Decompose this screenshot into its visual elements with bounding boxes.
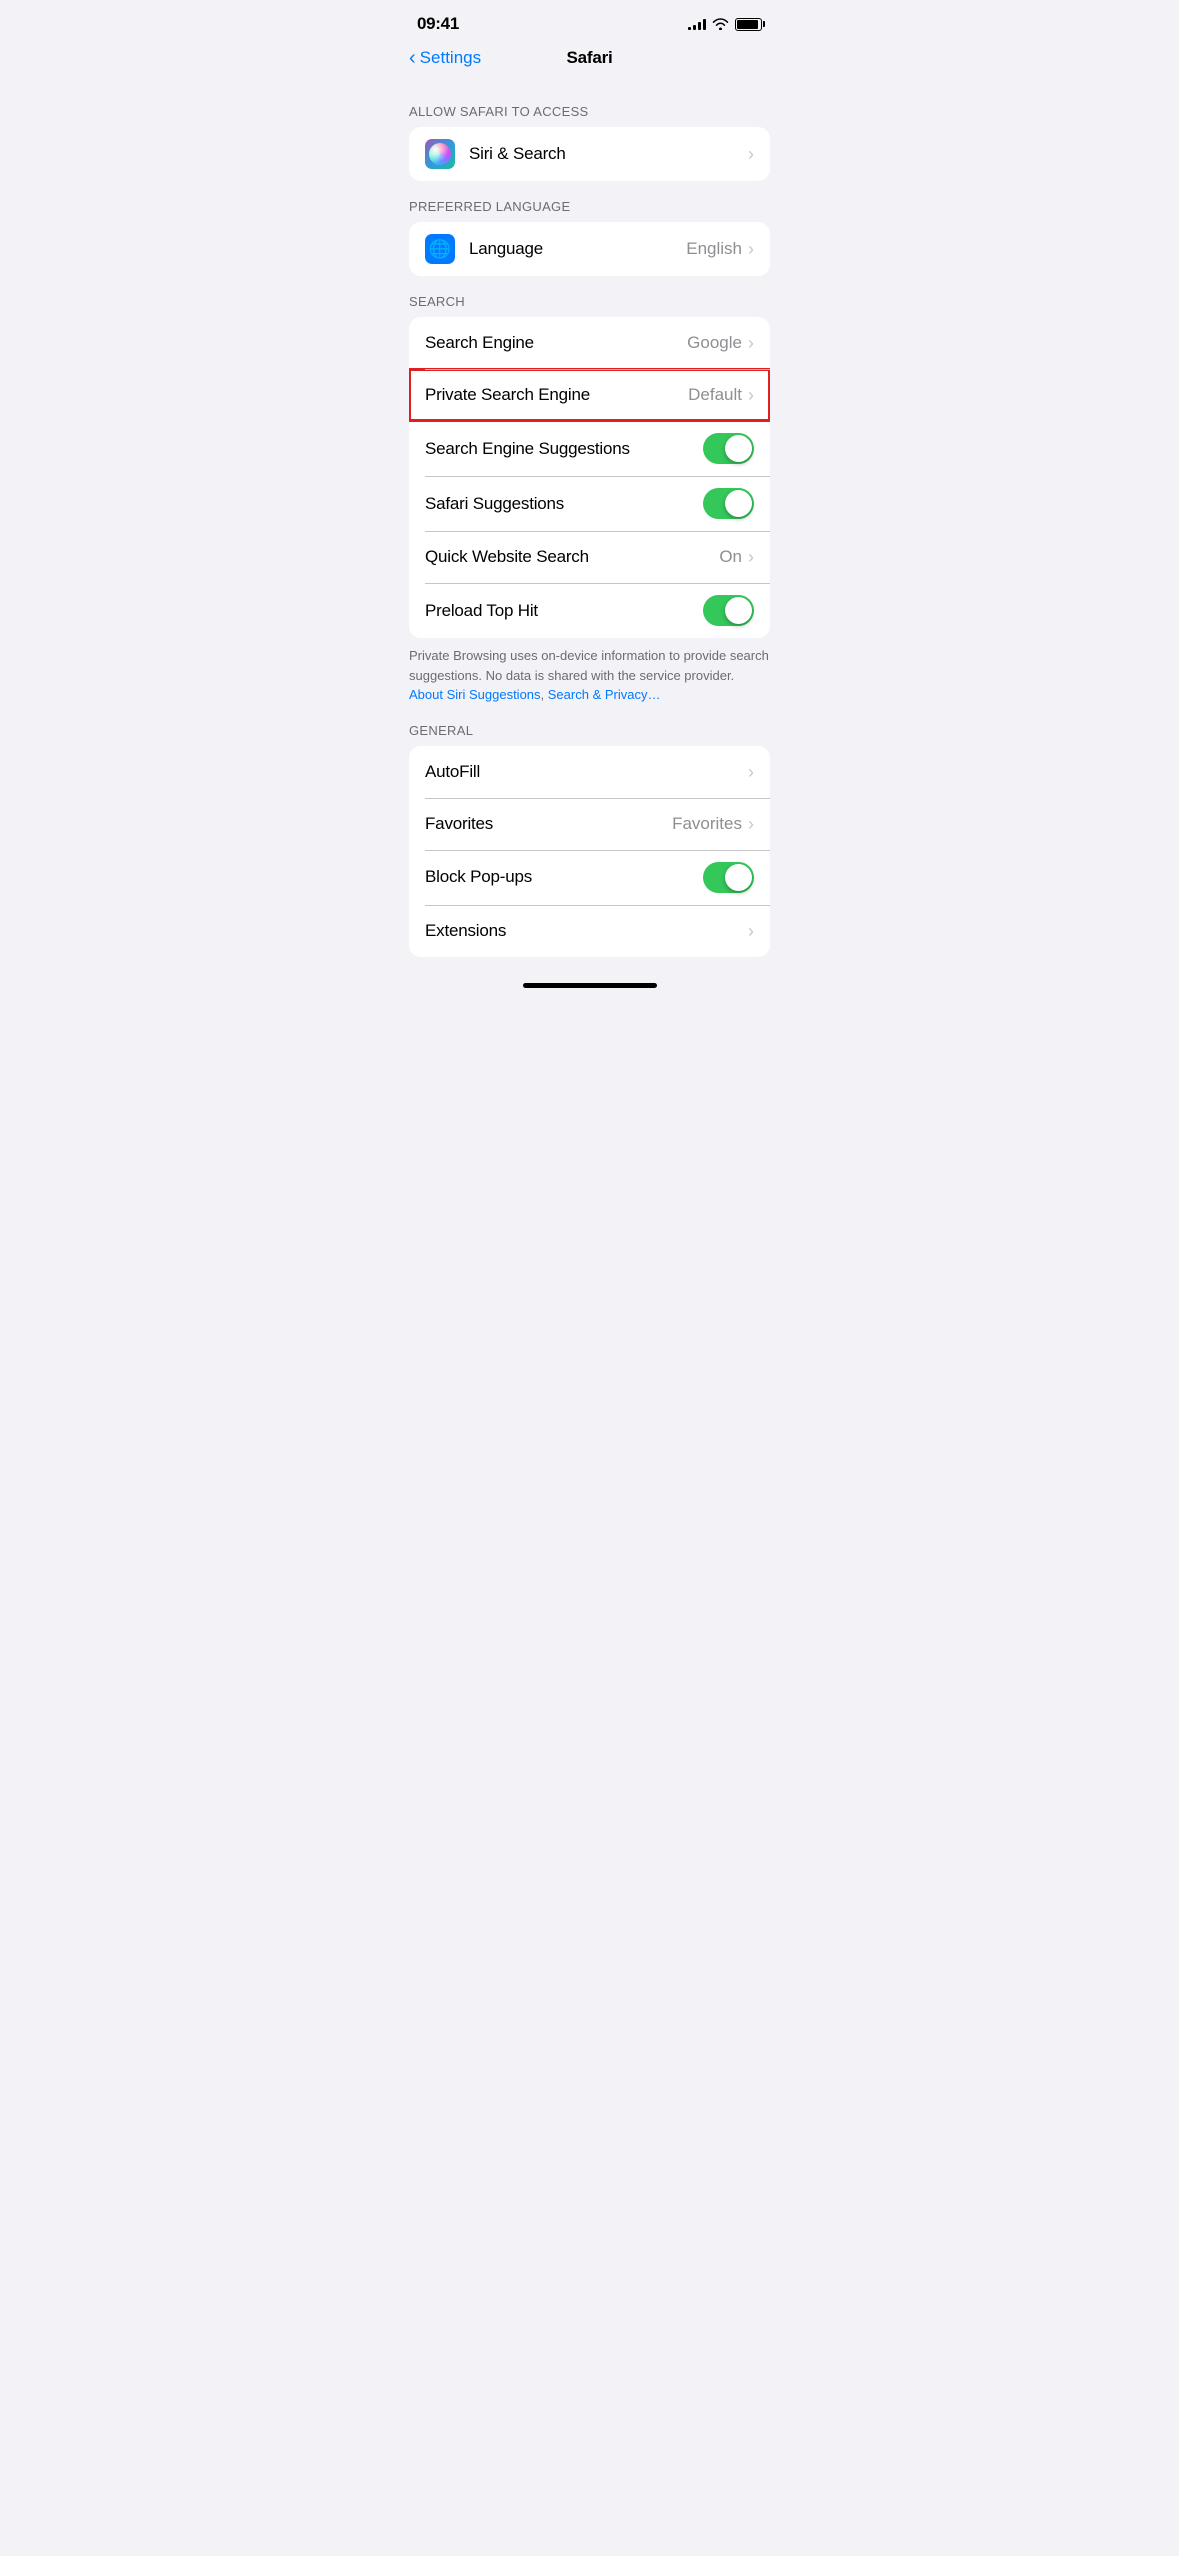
search-section-footer: Private Browsing uses on-device informat…: [393, 638, 786, 705]
status-bar: 09:41: [393, 0, 786, 40]
section-header-search: SEARCH: [393, 294, 786, 317]
search-engine-suggestions-label: Search Engine Suggestions: [425, 439, 703, 459]
quick-website-search-chevron-icon: ›: [748, 548, 754, 566]
section-header-allow: ALLOW SAFARI TO ACCESS: [393, 104, 786, 127]
back-label: Settings: [420, 48, 481, 68]
row-preload-top-hit[interactable]: Preload Top Hit: [409, 583, 770, 638]
home-indicator: [523, 983, 657, 988]
allow-safari-card: Siri & Search ›: [409, 127, 770, 181]
private-search-engine-chevron-icon: ›: [748, 386, 754, 404]
section-header-general: GENERAL: [393, 723, 786, 746]
autofill-label: AutoFill: [425, 762, 748, 782]
row-language[interactable]: 🌐 Language English ›: [409, 222, 770, 276]
page-title: Safari: [566, 48, 612, 68]
block-popups-toggle[interactable]: [703, 862, 754, 893]
language-card: 🌐 Language English ›: [409, 222, 770, 276]
row-siri-search[interactable]: Siri & Search ›: [409, 127, 770, 181]
status-time: 09:41: [417, 14, 459, 34]
private-search-engine-label: Private Search Engine: [425, 385, 688, 405]
signal-icon: [688, 18, 706, 30]
siri-search-label: Siri & Search: [469, 144, 748, 164]
section-search: SEARCH Search Engine Google › Private Se…: [393, 294, 786, 705]
row-extensions[interactable]: Extensions ›: [409, 905, 770, 957]
quick-website-search-label: Quick Website Search: [425, 547, 719, 567]
row-favorites[interactable]: Favorites Favorites ›: [409, 798, 770, 850]
about-siri-suggestions-link[interactable]: About Siri Suggestions: [409, 687, 541, 702]
nav-bar: ‹ Settings Safari: [393, 40, 786, 80]
safari-suggestions-label: Safari Suggestions: [425, 494, 703, 514]
language-chevron-icon: ›: [748, 240, 754, 258]
language-value: English: [686, 239, 742, 259]
language-label: Language: [469, 239, 686, 259]
section-preferred-language: PREFERRED LANGUAGE 🌐 Language English ›: [393, 199, 786, 276]
favorites-chevron-icon: ›: [748, 815, 754, 833]
row-autofill[interactable]: AutoFill ›: [409, 746, 770, 798]
preload-top-hit-toggle[interactable]: [703, 595, 754, 626]
row-private-search-engine[interactable]: Private Search Engine Default ›: [409, 369, 770, 421]
favorites-value: Favorites: [672, 814, 742, 834]
section-general: GENERAL AutoFill › Favorites Favorites ›…: [393, 723, 786, 957]
safari-suggestions-toggle[interactable]: [703, 488, 754, 519]
row-safari-suggestions[interactable]: Safari Suggestions: [409, 476, 770, 531]
search-card: Search Engine Google › Private Search En…: [409, 317, 770, 638]
favorites-label: Favorites: [425, 814, 672, 834]
row-search-engine[interactable]: Search Engine Google ›: [409, 317, 770, 369]
general-card: AutoFill › Favorites Favorites › Block P…: [409, 746, 770, 957]
battery-icon: [735, 18, 762, 31]
status-icons: [688, 18, 762, 31]
quick-website-search-value: On: [719, 547, 742, 567]
back-button[interactable]: ‹ Settings: [409, 48, 481, 68]
siri-icon: [425, 139, 455, 169]
block-popups-label: Block Pop-ups: [425, 867, 703, 887]
autofill-chevron-icon: ›: [748, 763, 754, 781]
extensions-chevron-icon: ›: [748, 922, 754, 940]
search-engine-chevron-icon: ›: [748, 334, 754, 352]
row-search-engine-suggestions[interactable]: Search Engine Suggestions: [409, 421, 770, 476]
search-engine-suggestions-toggle[interactable]: [703, 433, 754, 464]
row-quick-website-search[interactable]: Quick Website Search On ›: [409, 531, 770, 583]
preload-top-hit-label: Preload Top Hit: [425, 601, 703, 621]
section-header-language: PREFERRED LANGUAGE: [393, 199, 786, 222]
settings-content: ALLOW SAFARI TO ACCESS Siri & Search › P…: [393, 80, 786, 971]
search-privacy-link[interactable]: Search & Privacy…: [548, 687, 661, 702]
extensions-label: Extensions: [425, 921, 748, 941]
wifi-icon: [712, 18, 729, 30]
section-allow-safari-access: ALLOW SAFARI TO ACCESS Siri & Search ›: [393, 104, 786, 181]
search-engine-label: Search Engine: [425, 333, 687, 353]
search-engine-value: Google: [687, 333, 742, 353]
back-chevron-icon: ‹: [409, 48, 416, 68]
private-search-engine-value: Default: [688, 385, 742, 405]
row-block-popups[interactable]: Block Pop-ups: [409, 850, 770, 905]
language-icon: 🌐: [425, 234, 455, 264]
siri-search-chevron-icon: ›: [748, 145, 754, 163]
